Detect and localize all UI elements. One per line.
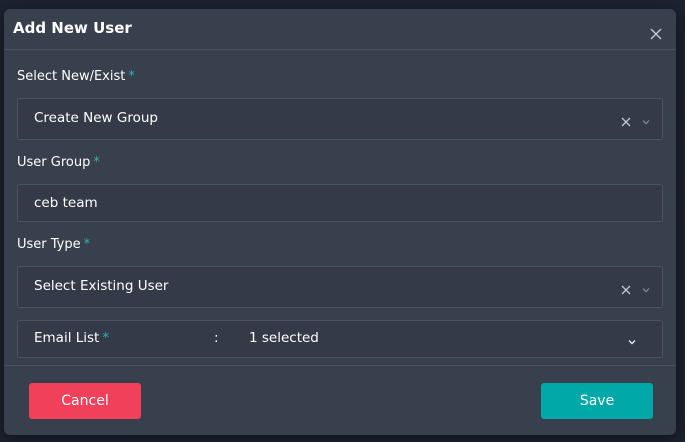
user-type-value: Select Existing User (34, 278, 169, 294)
user-group-field[interactable] (17, 184, 663, 222)
email-list-label-text: Email List (34, 330, 100, 346)
user-type-label-text: User Type (17, 237, 81, 252)
user-group-input[interactable] (34, 195, 634, 211)
close-icon[interactable] (648, 26, 664, 42)
clear-icon[interactable] (620, 281, 632, 295)
user-type-dropdown[interactable]: Select Existing User (17, 266, 663, 308)
select-new-exist-label: Select New/Exist * (17, 69, 135, 84)
required-mark: * (128, 69, 135, 84)
user-type-label: User Type * (17, 237, 90, 252)
save-button[interactable]: Save (541, 383, 653, 419)
dialog-header: Add New User (4, 9, 676, 50)
required-mark: * (83, 237, 91, 252)
email-list-value: 1 selected (249, 330, 319, 346)
email-list-separator: : (214, 330, 219, 346)
select-new-exist-value: Create New Group (34, 110, 158, 126)
chevron-down-icon[interactable] (640, 281, 652, 293)
user-group-label-text: User Group (17, 155, 91, 170)
clear-icon[interactable] (620, 113, 632, 127)
required-mark: * (102, 330, 110, 346)
required-mark: * (93, 155, 100, 170)
dialog-title: Add New User (13, 19, 132, 37)
select-new-exist-label-text: Select New/Exist (17, 69, 126, 84)
select-new-exist-dropdown[interactable]: Create New Group (17, 98, 663, 140)
cancel-button[interactable]: Cancel (29, 383, 141, 419)
user-group-label: User Group * (17, 155, 100, 170)
chevron-down-icon[interactable] (626, 333, 638, 345)
email-list-multiselect[interactable]: Email List * : 1 selected (17, 320, 663, 358)
email-list-label: Email List * (34, 330, 109, 346)
chevron-down-icon[interactable] (640, 113, 652, 125)
add-user-dialog: Add New User Select New/Exist * Create Ne… (4, 9, 676, 435)
dialog-footer: Cancel Save (4, 365, 676, 436)
